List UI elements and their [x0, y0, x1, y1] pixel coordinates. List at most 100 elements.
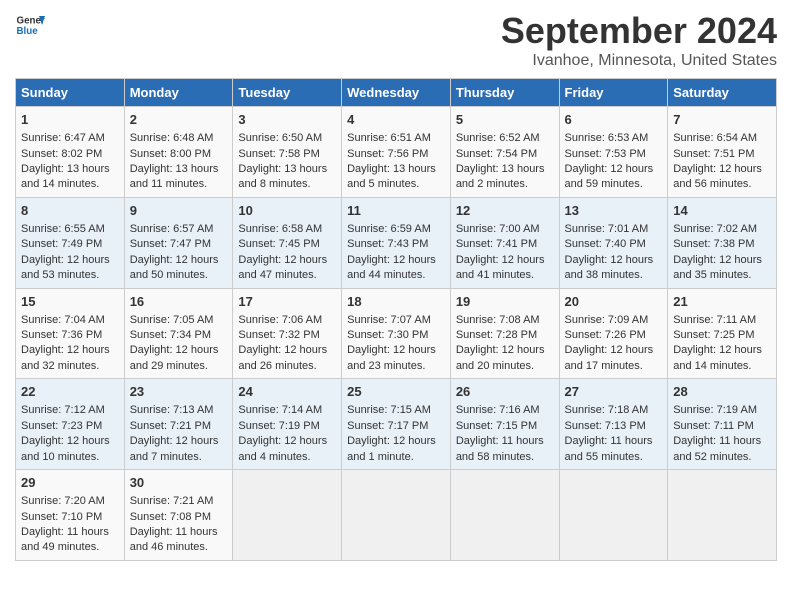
day-info: Daylight: 12 hours	[238, 434, 336, 449]
calendar-cell: 6Sunrise: 6:53 AMSunset: 7:53 PMDaylight…	[559, 107, 668, 198]
day-info: Sunrise: 6:47 AM	[21, 131, 119, 146]
calendar-cell: 21Sunrise: 7:11 AMSunset: 7:25 PMDayligh…	[668, 288, 777, 379]
calendar-week-2: 8Sunrise: 6:55 AMSunset: 7:49 PMDaylight…	[16, 197, 777, 288]
day-info: Sunset: 7:58 PM	[238, 147, 336, 162]
day-number: 24	[238, 383, 336, 401]
day-info: Sunset: 7:26 PM	[565, 328, 663, 343]
day-number: 27	[565, 383, 663, 401]
day-number: 28	[673, 383, 771, 401]
calendar-cell: 5Sunrise: 6:52 AMSunset: 7:54 PMDaylight…	[450, 107, 559, 198]
calendar-cell: 8Sunrise: 6:55 AMSunset: 7:49 PMDaylight…	[16, 197, 125, 288]
day-info: and 59 minutes.	[565, 177, 663, 192]
calendar-cell: 2Sunrise: 6:48 AMSunset: 8:00 PMDaylight…	[124, 107, 233, 198]
day-info: and 4 minutes.	[238, 450, 336, 465]
day-info: and 38 minutes.	[565, 268, 663, 283]
day-info: Daylight: 12 hours	[565, 343, 663, 358]
calendar-cell	[668, 470, 777, 561]
day-info: Daylight: 12 hours	[130, 434, 228, 449]
calendar-cell: 18Sunrise: 7:07 AMSunset: 7:30 PMDayligh…	[342, 288, 451, 379]
day-info: Sunrise: 7:01 AM	[565, 222, 663, 237]
calendar-cell: 27Sunrise: 7:18 AMSunset: 7:13 PMDayligh…	[559, 379, 668, 470]
calendar-header-row: SundayMondayTuesdayWednesdayThursdayFrid…	[16, 79, 777, 107]
calendar-cell: 23Sunrise: 7:13 AMSunset: 7:21 PMDayligh…	[124, 379, 233, 470]
day-info: Daylight: 12 hours	[347, 253, 445, 268]
day-number: 9	[130, 202, 228, 220]
day-number: 12	[456, 202, 554, 220]
day-info: Sunset: 7:43 PM	[347, 237, 445, 252]
day-number: 17	[238, 293, 336, 311]
day-info: Sunrise: 7:06 AM	[238, 313, 336, 328]
day-info: Sunset: 7:25 PM	[673, 328, 771, 343]
day-info: Sunset: 7:23 PM	[21, 419, 119, 434]
day-number: 13	[565, 202, 663, 220]
day-info: Daylight: 11 hours	[21, 525, 119, 540]
day-info: and 46 minutes.	[130, 540, 228, 555]
calendar-cell: 7Sunrise: 6:54 AMSunset: 7:51 PMDaylight…	[668, 107, 777, 198]
day-number: 11	[347, 202, 445, 220]
calendar-cell: 26Sunrise: 7:16 AMSunset: 7:15 PMDayligh…	[450, 379, 559, 470]
day-info: Sunset: 7:08 PM	[130, 510, 228, 525]
day-info: Sunset: 7:13 PM	[565, 419, 663, 434]
day-info: and 7 minutes.	[130, 450, 228, 465]
day-info: and 56 minutes.	[673, 177, 771, 192]
day-info: Daylight: 13 hours	[130, 162, 228, 177]
calendar-table: SundayMondayTuesdayWednesdayThursdayFrid…	[15, 78, 777, 561]
day-info: Sunrise: 6:50 AM	[238, 131, 336, 146]
day-info: Daylight: 12 hours	[21, 343, 119, 358]
calendar-cell: 14Sunrise: 7:02 AMSunset: 7:38 PMDayligh…	[668, 197, 777, 288]
day-number: 25	[347, 383, 445, 401]
day-info: Daylight: 12 hours	[238, 253, 336, 268]
day-info: Sunrise: 6:53 AM	[565, 131, 663, 146]
day-info: Sunset: 7:45 PM	[238, 237, 336, 252]
day-info: Sunset: 7:54 PM	[456, 147, 554, 162]
calendar-cell: 29Sunrise: 7:20 AMSunset: 7:10 PMDayligh…	[16, 470, 125, 561]
day-info: Sunrise: 7:13 AM	[130, 403, 228, 418]
day-info: Sunrise: 7:00 AM	[456, 222, 554, 237]
calendar-cell: 9Sunrise: 6:57 AMSunset: 7:47 PMDaylight…	[124, 197, 233, 288]
day-info: and 11 minutes.	[130, 177, 228, 192]
day-info: Sunrise: 7:09 AM	[565, 313, 663, 328]
calendar-cell	[342, 470, 451, 561]
calendar-cell: 24Sunrise: 7:14 AMSunset: 7:19 PMDayligh…	[233, 379, 342, 470]
day-info: Sunset: 8:02 PM	[21, 147, 119, 162]
calendar-cell: 25Sunrise: 7:15 AMSunset: 7:17 PMDayligh…	[342, 379, 451, 470]
calendar-cell: 28Sunrise: 7:19 AMSunset: 7:11 PMDayligh…	[668, 379, 777, 470]
day-number: 1	[21, 111, 119, 129]
day-info: Daylight: 13 hours	[21, 162, 119, 177]
day-info: and 50 minutes.	[130, 268, 228, 283]
day-info: and 8 minutes.	[238, 177, 336, 192]
day-info: Sunset: 7:10 PM	[21, 510, 119, 525]
calendar-week-3: 15Sunrise: 7:04 AMSunset: 7:36 PMDayligh…	[16, 288, 777, 379]
day-info: Daylight: 12 hours	[347, 343, 445, 358]
title-section: September 2024 Ivanhoe, Minnesota, Unite…	[501, 10, 777, 70]
day-info: Sunset: 7:56 PM	[347, 147, 445, 162]
header-day-thursday: Thursday	[450, 79, 559, 107]
day-info: Daylight: 12 hours	[456, 253, 554, 268]
day-number: 21	[673, 293, 771, 311]
calendar-cell: 3Sunrise: 6:50 AMSunset: 7:58 PMDaylight…	[233, 107, 342, 198]
logo-icon: General Blue	[15, 10, 45, 40]
day-number: 16	[130, 293, 228, 311]
day-number: 8	[21, 202, 119, 220]
calendar-cell: 19Sunrise: 7:08 AMSunset: 7:28 PMDayligh…	[450, 288, 559, 379]
day-info: Sunset: 7:19 PM	[238, 419, 336, 434]
day-info: Daylight: 12 hours	[673, 253, 771, 268]
day-info: Sunset: 7:53 PM	[565, 147, 663, 162]
day-info: Sunrise: 7:08 AM	[456, 313, 554, 328]
day-info: and 32 minutes.	[21, 359, 119, 374]
day-number: 10	[238, 202, 336, 220]
day-info: Daylight: 11 hours	[456, 434, 554, 449]
calendar-cell: 11Sunrise: 6:59 AMSunset: 7:43 PMDayligh…	[342, 197, 451, 288]
day-number: 2	[130, 111, 228, 129]
header-day-saturday: Saturday	[668, 79, 777, 107]
day-info: Sunset: 7:17 PM	[347, 419, 445, 434]
day-info: Sunrise: 6:52 AM	[456, 131, 554, 146]
day-number: 18	[347, 293, 445, 311]
day-info: and 2 minutes.	[456, 177, 554, 192]
day-info: Daylight: 12 hours	[238, 343, 336, 358]
page-header: General Blue September 2024 Ivanhoe, Min…	[15, 10, 777, 70]
day-info: and 44 minutes.	[347, 268, 445, 283]
day-info: and 14 minutes.	[21, 177, 119, 192]
day-number: 30	[130, 474, 228, 492]
svg-text:Blue: Blue	[17, 26, 39, 37]
